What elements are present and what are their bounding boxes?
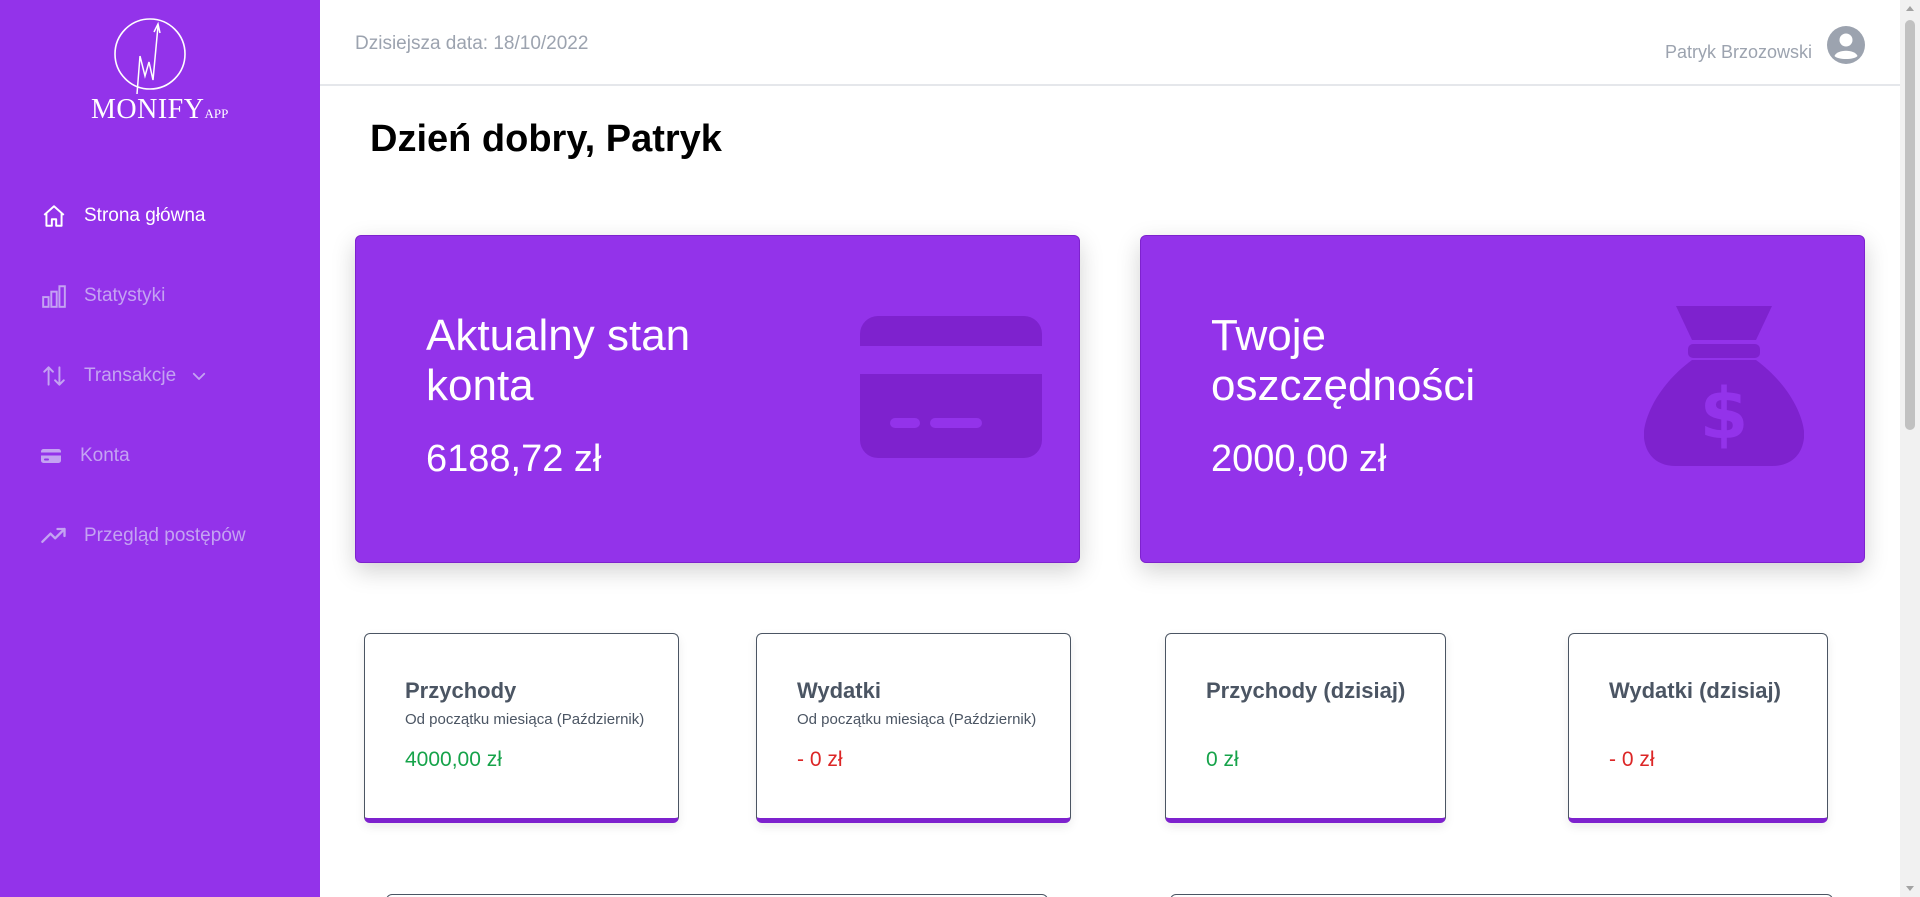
user-name: Patryk Brzozowski (1664, 42, 1812, 62)
sidebar-item-home[interactable]: Strona główna (40, 196, 205, 236)
stat-subtitle: Od początku miesiąca (Październik) (405, 711, 645, 728)
savings-amount: 2000,00 zł (1211, 438, 1387, 480)
app-logo[interactable]: MONIFYAPP (86, 16, 234, 128)
sidebar-item-label: Strona główna (84, 205, 206, 226)
logo-wordmark: MONIFYAPP (91, 94, 229, 125)
logo-emblem-icon (114, 18, 186, 95)
stat-value: 4000,00 zł (405, 748, 502, 771)
money-bag-icon: $ (1643, 306, 1805, 473)
expenses-month-card[interactable]: Wydatki Od początku miesiąca (Październi… (756, 633, 1071, 823)
balance-card-title: Aktualny stan konta (426, 311, 691, 410)
sidebar-item-statystyki[interactable]: Statystyki (40, 276, 165, 316)
sidebar-item-przeglad-postepow[interactable]: Przegląd postępów (40, 516, 246, 556)
chevron-down-icon[interactable] (190, 367, 208, 385)
expenses-today-card[interactable]: Wydatki (dzisiaj) - 0 zł (1568, 633, 1828, 823)
today-date: Dzisiejsza data: 18/10/2022 (355, 33, 589, 54)
stat-value: - 0 zł (797, 748, 843, 771)
sidebar-item-label: Statystyki (84, 285, 166, 306)
sidebar-item-label: Konta (80, 445, 130, 466)
stat-subtitle: Od początku miesiąca (Październik) (797, 711, 1037, 728)
page-scrollbar[interactable] (1900, 0, 1920, 897)
home-icon (40, 202, 68, 230)
user-menu[interactable]: Patryk Brzozowski (1665, 25, 1866, 70)
credit-card-icon (40, 442, 62, 470)
page-title: Dzień dobry, Patryk (370, 118, 722, 160)
stat-title: Przychody (405, 678, 517, 703)
stat-value: - 0 zł (1609, 748, 1655, 771)
stat-value: 0 zł (1206, 748, 1239, 771)
savings-card-title: Twoje oszczędności (1211, 311, 1476, 410)
user-avatar-icon[interactable] (1826, 25, 1866, 70)
top-bar: Dzisiejsza data: 18/10/2022 Patryk Brzoz… (320, 0, 1900, 86)
stat-title: Wydatki (dzisiaj) (1609, 678, 1781, 703)
sidebar-item-label: Transakcje (84, 365, 177, 386)
stat-title: Wydatki (797, 678, 881, 703)
income-month-card[interactable]: Przychody Od początku miesiąca (Paździer… (364, 633, 679, 823)
sidebar-item-transakcje[interactable]: Transakcje (40, 356, 208, 396)
arrows-up-down-icon (40, 362, 68, 390)
trending-up-icon (40, 522, 68, 550)
stat-title: Przychody (dzisiaj) (1206, 678, 1406, 703)
sidebar: MONIFYAPP Strona główna Statystyki Trans… (0, 0, 320, 897)
savings-card[interactable]: Twoje oszczędności 2000,00 zł $ (1140, 235, 1865, 563)
income-today-card[interactable]: Przychody (dzisiaj) 0 zł (1165, 633, 1446, 823)
bar-chart-icon (40, 282, 68, 310)
balance-card[interactable]: Aktualny stan konta 6188,72 zł (355, 235, 1080, 563)
balance-amount: 6188,72 zł (426, 438, 602, 480)
svg-text:$: $ (1700, 373, 1749, 455)
scroll-up-icon[interactable] (1906, 6, 1914, 11)
sidebar-item-label: Przegląd postępów (84, 525, 246, 546)
credit-card-icon (860, 316, 1042, 463)
scroll-down-icon[interactable] (1906, 886, 1914, 891)
sidebar-item-konta[interactable]: Konta (40, 436, 130, 476)
scrollbar-thumb[interactable] (1905, 20, 1915, 430)
